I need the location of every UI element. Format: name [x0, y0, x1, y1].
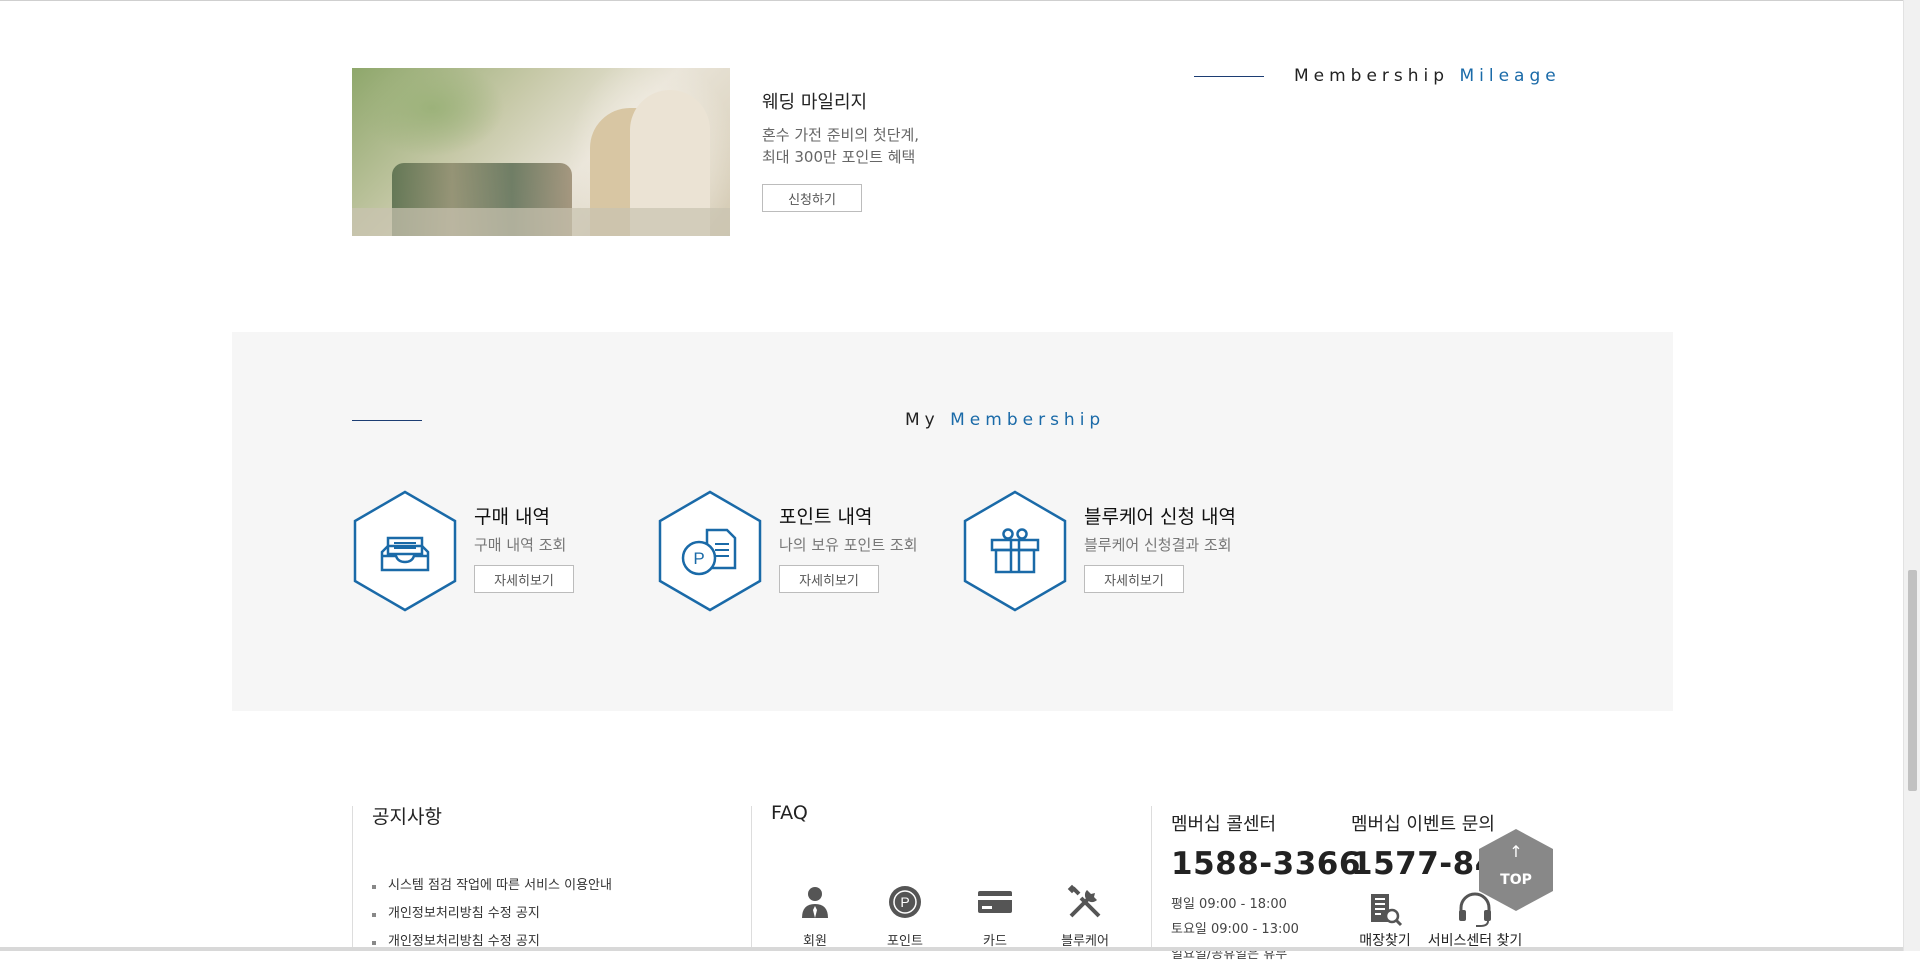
notice-item[interactable]: 개인정보처리방침 수정 공지: [372, 932, 612, 960]
my-membership-title-rule: [352, 420, 422, 421]
wedding-photo: [352, 68, 730, 236]
bluecare-history-card: 블루케어 신청 내역 블루케어 신청결과 조회 자세히보기: [962, 490, 1262, 614]
faq-title[interactable]: FAQ: [771, 802, 808, 824]
faq-point-link[interactable]: P 포인트: [865, 882, 945, 949]
mileage-title-rule: [1194, 76, 1264, 77]
mileage-section-title: Membership Mileage: [1294, 66, 1561, 86]
my-membership-title-main: My: [905, 410, 940, 430]
wedding-apply-button[interactable]: 신청하기: [762, 184, 862, 212]
hexagon-button-shape: [1479, 829, 1553, 911]
scroll-to-top-button[interactable]: ↑ TOP: [1478, 828, 1554, 912]
point-history-detail-button[interactable]: 자세히보기: [779, 565, 879, 593]
tools-icon: [1067, 884, 1101, 918]
top-button-label: TOP: [1500, 872, 1532, 888]
wedding-desc-line-2: 최대 300만 포인트 혜택: [762, 148, 916, 166]
horizontal-scrollbar[interactable]: [0, 947, 1903, 951]
callcenter-phone: 1588-3366: [1171, 846, 1361, 882]
footer-divider-3: [1151, 806, 1152, 951]
notice-title[interactable]: 공지사항: [372, 802, 442, 829]
svg-text:P: P: [693, 549, 704, 568]
point-history-title: 포인트 내역: [779, 506, 873, 528]
hours-saturday: 토요일 09:00 - 13:00: [1171, 922, 1299, 937]
card-icon: [978, 891, 1012, 913]
wedding-mileage-description: 혼수 가전 준비의 첫단계, 최대 300만 포인트 혜택: [762, 124, 919, 168]
my-membership-section-title: My Membership: [905, 410, 1105, 430]
top-border: [0, 0, 1920, 1]
faq-member-link[interactable]: 회원: [775, 882, 855, 949]
mileage-title-accent: Mileage: [1459, 66, 1561, 86]
footer-divider-2: [751, 806, 752, 951]
bluecare-history-subtitle: 블루케어 신청결과 조회: [1084, 536, 1232, 554]
point-icon: P: [889, 886, 921, 918]
footer-divider-1: [352, 806, 353, 951]
notice-item[interactable]: 시스템 점검 작업에 따른 서비스 이용안내: [372, 876, 612, 904]
point-document-icon: P: [658, 490, 762, 612]
photo-table: [352, 208, 730, 236]
event-inquiry-title: 멤버십 이벤트 문의: [1351, 814, 1495, 835]
bluecare-history-detail-button[interactable]: 자세히보기: [1084, 565, 1184, 593]
scrollbar-thumb[interactable]: [1908, 570, 1917, 791]
gift-icon: [963, 490, 1067, 612]
purchase-history-subtitle: 구매 내역 조회: [474, 536, 567, 554]
member-icon: [802, 887, 828, 918]
svg-text:P: P: [900, 894, 909, 910]
callcenter-title: 멤버십 콜센터: [1171, 814, 1277, 835]
inbox-icon: [353, 490, 457, 612]
hours-weekday: 평일 09:00 - 18:00: [1171, 897, 1287, 912]
arrow-up-icon: ↑: [1509, 842, 1523, 861]
hours-holiday: 일요일/공휴일은 휴무: [1171, 947, 1288, 962]
purchase-history-detail-button[interactable]: 자세히보기: [474, 565, 574, 593]
purchase-history-title: 구매 내역: [474, 506, 550, 528]
faq-bluecare-link[interactable]: 블루케어: [1045, 882, 1125, 949]
vertical-scrollbar[interactable]: [1903, 0, 1920, 951]
bluecare-history-title: 블루케어 신청 내역: [1084, 506, 1236, 528]
point-history-card: P 포인트 내역 나의 보유 포인트 조회 자세히보기: [657, 490, 957, 614]
my-membership-title-accent: Membership: [950, 410, 1106, 430]
mileage-title-main: Membership: [1294, 66, 1450, 86]
point-history-subtitle: 나의 보유 포인트 조회: [779, 536, 918, 554]
purchase-history-card: 구매 내역 구매 내역 조회 자세히보기: [352, 490, 652, 614]
callcenter-hours: 평일 09:00 - 18:00 토요일 09:00 - 13:00 일요일/공…: [1171, 892, 1299, 967]
store-search-icon: [1371, 894, 1403, 927]
wedding-mileage-title: 웨딩 마일리지: [762, 92, 868, 113]
notice-item[interactable]: 개인정보처리방침 수정 공지: [372, 904, 612, 932]
wedding-desc-line-1: 혼수 가전 준비의 첫단계,: [762, 126, 920, 144]
faq-card-link[interactable]: 카드: [955, 882, 1035, 949]
